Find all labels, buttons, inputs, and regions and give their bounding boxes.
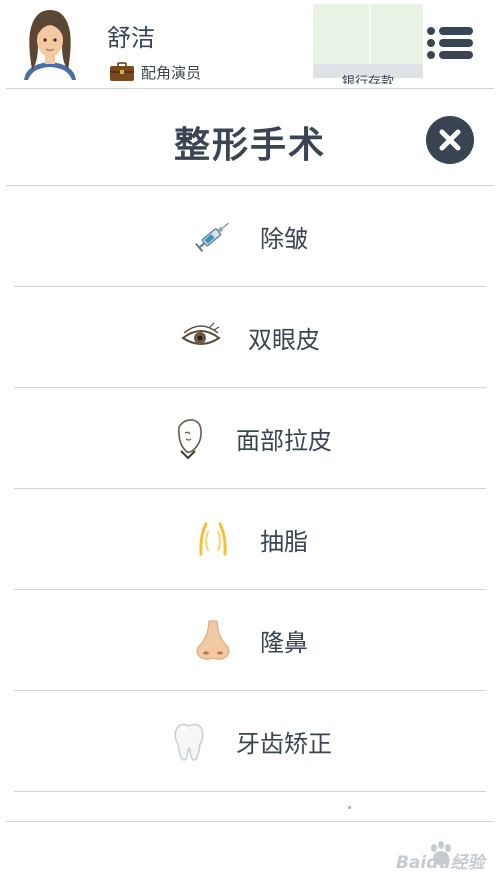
- list-item-face-lift[interactable]: 面部拉皮: [14, 388, 486, 489]
- list-item-label: 双眼皮: [248, 325, 320, 354]
- nose-icon: [196, 620, 230, 660]
- header-divider: [6, 88, 494, 89]
- watermark-text: Baidu经验: [396, 853, 485, 873]
- close-icon[interactable]: [426, 116, 474, 164]
- avatar[interactable]: [18, 6, 82, 80]
- face-outline-icon: [178, 419, 202, 459]
- list-item-label: 面部拉皮: [236, 426, 332, 455]
- tooth-icon: [174, 723, 204, 761]
- syringe-icon: [195, 222, 229, 253]
- list-item-double-eyelid[interactable]: 双眼皮: [14, 287, 486, 388]
- role-label: 配角演员: [141, 63, 202, 82]
- ad-text: 银行存款: [341, 75, 394, 84]
- surgery-list: 除皱 双眼皮 面部拉皮 抽脂 隆鼻 牙齿矫正: [14, 186, 486, 792]
- eye-icon: [181, 322, 221, 345]
- profile-header: 舒洁 配角演员 银行存款: [0, 0, 500, 88]
- bottom-divider: [6, 821, 494, 822]
- user-name: 舒洁: [107, 24, 155, 52]
- list-item-rhinoplasty[interactable]: 隆鼻: [14, 590, 486, 691]
- list-item-label: 抽脂: [260, 527, 308, 556]
- list-menu-icon[interactable]: [425, 23, 475, 63]
- list-item-label: 除皱: [260, 224, 308, 253]
- role-row: 配角演员: [109, 60, 201, 84]
- page-title: 整形手术: [173, 125, 326, 166]
- list-item-wrinkle-removal[interactable]: 除皱: [14, 186, 486, 287]
- list-item-label: 牙齿矫正: [236, 729, 332, 758]
- briefcase-icon: [110, 62, 134, 81]
- list-item-label: 隆鼻: [260, 628, 308, 657]
- liposuction-icon: [199, 522, 227, 556]
- baidu-watermark: Baidu经验: [388, 838, 500, 878]
- ad-divider: [369, 4, 371, 64]
- loading-dot: [348, 806, 351, 809]
- ad-banner[interactable]: 银行存款: [313, 4, 423, 84]
- list-item-liposuction[interactable]: 抽脂: [14, 489, 486, 590]
- list-item-orthodontics[interactable]: 牙齿矫正: [14, 691, 486, 792]
